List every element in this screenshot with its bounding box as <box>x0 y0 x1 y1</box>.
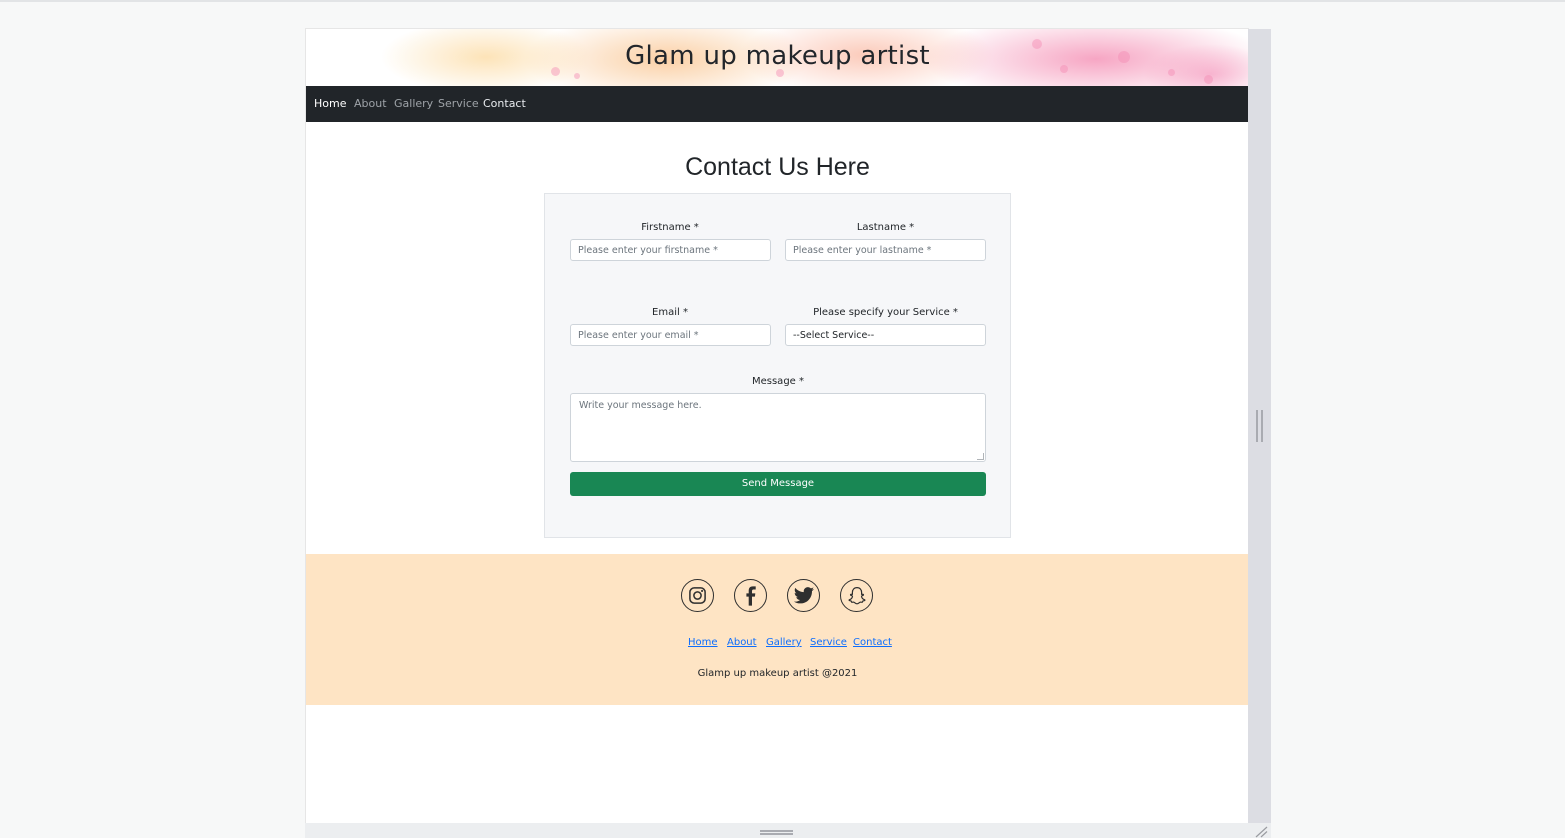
nav-home[interactable]: Home <box>314 97 346 110</box>
lastname-input[interactable]: Please enter your lastname * <box>785 239 986 261</box>
footer: Home About Gallery Service Contact Glamp… <box>306 554 1249 705</box>
navbar: Home About Gallery Service Contact <box>306 86 1249 122</box>
page-viewport: Glam up makeup artist Home About Gallery… <box>305 28 1249 824</box>
drag-handle-icon[interactable] <box>760 830 793 835</box>
message-textarea[interactable]: Write your message here. <box>570 393 986 462</box>
scroll-grip-icon[interactable] <box>1256 410 1263 442</box>
footer-link-gallery[interactable]: Gallery <box>766 637 802 648</box>
facebook-icon[interactable] <box>734 579 767 612</box>
nav-contact[interactable]: Contact <box>483 97 526 110</box>
footer-link-home[interactable]: Home <box>688 637 718 648</box>
nav-gallery[interactable]: Gallery <box>394 97 433 110</box>
firstname-input[interactable]: Please enter your firstname * <box>570 239 771 261</box>
snapchat-icon[interactable] <box>840 579 873 612</box>
contact-form: Firstname * Please enter your firstname … <box>544 193 1011 538</box>
send-message-button[interactable]: Send Message <box>570 472 986 496</box>
twitter-icon[interactable] <box>787 579 820 612</box>
footer-link-about[interactable]: About <box>727 637 757 648</box>
site-title: Glam up makeup artist <box>625 41 930 71</box>
footer-link-contact[interactable]: Contact <box>853 637 892 648</box>
message-placeholder: Write your message here. <box>579 400 702 411</box>
resize-grip-icon[interactable] <box>977 453 984 460</box>
footer-link-service[interactable]: Service <box>810 637 847 648</box>
firstname-label: Firstname * <box>641 222 699 233</box>
header-banner: Glam up makeup artist <box>306 29 1249 86</box>
watercolor-dot <box>1204 75 1213 84</box>
lastname-label: Lastname * <box>856 222 915 233</box>
resize-corner-icon[interactable] <box>1254 826 1268 838</box>
copyright-text: Glamp up makeup artist @2021 <box>697 668 858 679</box>
email-input[interactable]: Please enter your email * <box>570 324 771 346</box>
page-title: Contact Us Here <box>685 153 870 181</box>
browser-top-border <box>0 0 1565 2</box>
instagram-icon[interactable] <box>681 579 714 612</box>
service-select[interactable]: --Select Service-- <box>785 324 986 346</box>
nav-about[interactable]: About <box>354 97 387 110</box>
service-label: Please specify your Service * <box>813 307 958 318</box>
email-label: Email * <box>652 307 688 318</box>
watercolor-dot <box>574 73 580 79</box>
message-label: Message * <box>751 376 804 387</box>
nav-service[interactable]: Service <box>438 97 479 110</box>
